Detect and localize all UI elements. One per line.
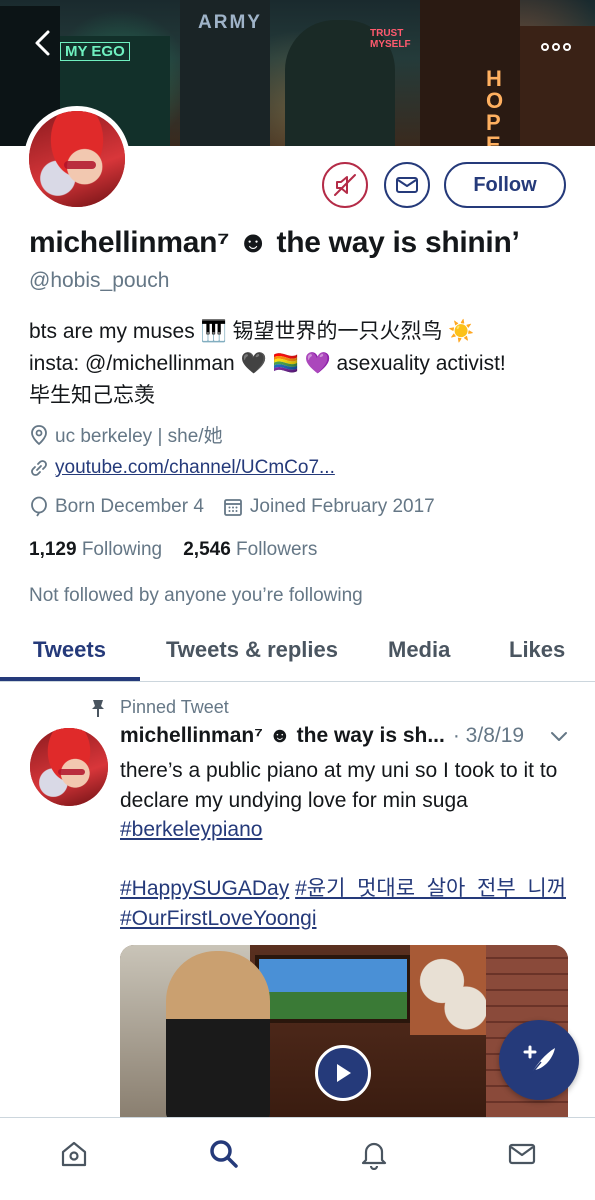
tweet-text: there’s a public piano at my uni so I to…	[120, 759, 558, 812]
back-button[interactable]	[30, 28, 70, 60]
banner-sign-hope: HOPE	[486, 66, 504, 147]
birthday-text: Born December 4	[55, 496, 204, 517]
profile-url-link[interactable]: youtube.com/channel/UCmCo7...	[55, 457, 335, 479]
follow-button[interactable]: Follow	[444, 162, 566, 208]
banner-sign-trust: TRUST MYSELF	[370, 28, 411, 50]
calendar-icon	[224, 499, 242, 516]
tweet-header: michellinman⁷ ☻ the way is sh... · 3/8/1…	[120, 724, 524, 748]
profile-avatar[interactable]	[24, 106, 130, 212]
followed-by-text: Not followed by anyone you’re following	[29, 585, 363, 606]
pinned-text: Pinned Tweet	[120, 697, 229, 717]
nav-notifications[interactable]	[356, 1136, 392, 1172]
bio-line: 毕生知己忘羡	[29, 384, 155, 407]
chevron-down-icon	[551, 732, 567, 741]
messages-icon	[508, 1143, 536, 1165]
bottom-nav-bar	[0, 1117, 595, 1200]
active-tab-indicator	[0, 677, 140, 681]
bio-line: bts are my muses 🎹 锡望世界的一只火烈鸟 ☀️	[29, 320, 475, 343]
tab-likes[interactable]: Likes	[509, 637, 565, 663]
notifications-icon	[361, 1142, 387, 1170]
profile-tabs: Tweets Tweets & replies Media Likes	[0, 625, 595, 682]
url-row: youtube.com/channel/UCmCo7...	[29, 457, 335, 479]
bio-line: insta: @/michellinman 🖤 🏳️‍🌈 💜 asexualit…	[29, 352, 506, 375]
unmute-button[interactable]	[322, 162, 368, 208]
tweet-avatar[interactable]	[30, 728, 108, 806]
hashtag-link[interactable]: #HappySUGADay	[120, 877, 289, 900]
tweet-date[interactable]: · 3/8/19	[453, 724, 524, 748]
chevron-left-icon	[35, 30, 50, 56]
hashtag-link[interactable]: #OurFirstLoveYoongi	[120, 907, 317, 930]
more-horizontal-icon	[541, 43, 571, 51]
banner-sign-army: ARMY	[198, 12, 262, 33]
play-icon	[337, 1064, 351, 1082]
tweet-author[interactable]: michellinman⁷ ☻ the way is sh...	[120, 724, 445, 748]
followers-label: Followers	[236, 539, 318, 560]
play-button[interactable]	[315, 1045, 371, 1101]
home-icon	[61, 1141, 87, 1167]
location-text: uc berkeley | she/她	[55, 426, 223, 447]
envelope-icon	[396, 177, 418, 193]
search-icon	[210, 1140, 238, 1168]
nav-messages[interactable]	[504, 1136, 540, 1172]
muted-speaker-icon	[334, 174, 356, 196]
location-pin-icon	[31, 424, 47, 445]
message-button[interactable]	[384, 162, 430, 208]
compose-tweet-button[interactable]	[499, 1020, 579, 1100]
followers-link[interactable]: 2,546 Followers	[183, 539, 317, 560]
follow-stats: 1,129 Following 2,546 Followers	[29, 539, 317, 561]
nav-search[interactable]	[206, 1136, 242, 1172]
tweet-menu-button[interactable]	[549, 730, 569, 749]
user-handle: @hobis_pouch	[29, 269, 170, 292]
tab-tweets-replies[interactable]: Tweets & replies	[166, 637, 338, 663]
hashtag-link[interactable]: #berkeleypiano	[120, 818, 262, 841]
pin-icon	[92, 699, 104, 717]
followers-count: 2,546	[183, 539, 231, 560]
tweet-body: there’s a public piano at my uni so I to…	[120, 756, 570, 933]
dates-row: Born December 4 Joined February 2017	[29, 496, 435, 518]
tab-media[interactable]: Media	[388, 637, 450, 663]
following-link[interactable]: 1,129 Following	[29, 539, 162, 560]
nav-home[interactable]	[56, 1136, 92, 1172]
tab-tweets[interactable]: Tweets	[33, 637, 106, 663]
more-button[interactable]	[541, 32, 571, 58]
display-name: michellinman⁷ ☻ the way is shinin’	[29, 226, 520, 259]
banner-sign-ego: MY EGO	[60, 42, 130, 61]
hashtag-link[interactable]: #윤기_멋대로_살아_전부_니꺼	[295, 877, 566, 900]
link-icon	[31, 460, 47, 476]
location-row: uc berkeley | she/她	[29, 421, 223, 448]
joined-text: Joined February 2017	[249, 496, 435, 517]
compose-feather-icon	[523, 1045, 555, 1075]
following-label: Following	[81, 539, 163, 560]
balloon-icon	[31, 496, 47, 517]
pinned-label: Pinned Tweet	[90, 697, 229, 718]
profile-bio: bts are my muses 🎹 锡望世界的一只火烈鸟 ☀️ insta: …	[29, 316, 577, 412]
following-count: 1,129	[29, 539, 77, 560]
